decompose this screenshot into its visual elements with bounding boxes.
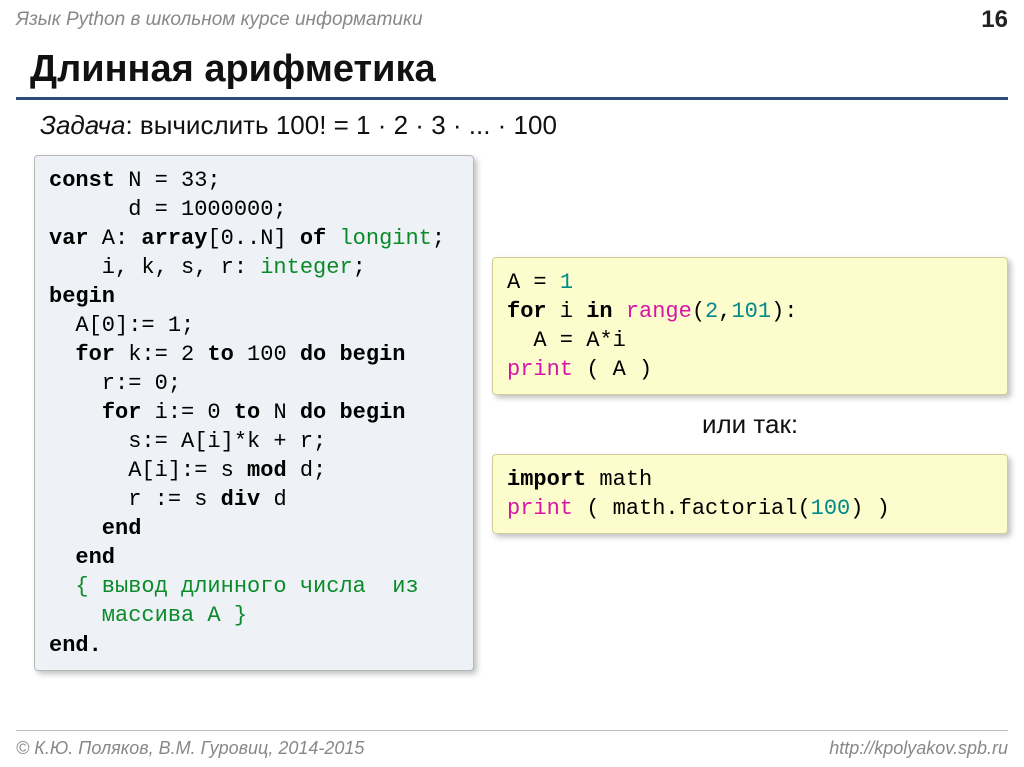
code-token: do begin [300,400,406,425]
code-token: integer [260,255,352,280]
code-token: in [586,299,612,324]
code-token: ( math.factorial( [573,496,811,521]
code-token: range [626,299,692,324]
code-token: s:= A[i]*k + r; [49,429,326,454]
task-line: Задача: вычислить 100! = 1 · 2 · 3 · ...… [40,110,1008,141]
code-token: math [586,467,652,492]
code-token: to [234,400,260,425]
code-token: d = 1000000; [49,197,287,222]
code-token: array [141,226,207,251]
code-token: i [547,299,587,324]
title-block: Длинная арифметика [30,48,1008,93]
python-code-box-1: A = 1 for i in range(2,101): A = A*i pri… [492,257,1008,395]
task-label: Задача [40,110,125,140]
pascal-code-box: const N = 33; d = 1000000; var A: array[… [34,155,474,671]
code-token: A[0]:= 1; [49,313,194,338]
code-token: end. [49,633,102,658]
code-token: N = 33; [115,168,221,193]
code-token: A = A*i [507,328,626,353]
code-token: end [49,545,115,570]
right-column: A = 1 for i in range(2,101): A = A*i pri… [492,155,1008,534]
code-token: ) ) [850,496,890,521]
code-token: div [221,487,261,512]
code-token: r:= 0; [49,371,181,396]
python-code-box-2: import math print ( math.factorial(100) … [492,454,1008,534]
code-token: for [75,342,115,367]
code-token: for [507,299,547,324]
code-token: of [300,226,326,251]
slide-footer: © К.Ю. Поляков, В.М. Гуровиц, 2014-2015 … [16,738,1008,759]
code-token [49,342,75,367]
slide-title: Длинная арифметика [30,48,1008,93]
code-token: 1 [560,270,573,295]
code-token: to [207,342,233,367]
code-comment: { вывод длинного числа из [49,574,419,599]
footer-url: http://kpolyakov.spb.ru [829,738,1008,759]
code-token: import [507,467,586,492]
code-token: i:= 0 [141,400,233,425]
code-token: ; [432,226,445,251]
code-token [613,299,626,324]
code-token: k:= 2 [115,342,207,367]
code-token: i, k, s, r: [49,255,260,280]
code-token: r := s [49,487,221,512]
code-token: ( A ) [573,357,652,382]
title-underline [16,97,1008,100]
code-token: print [507,496,573,521]
footer-rule [16,730,1008,731]
footer-authors: © К.Ю. Поляков, В.М. Гуровиц, 2014-2015 [16,738,364,759]
code-token: 100 [811,496,851,521]
left-column: const N = 33; d = 1000000; var A: array[… [34,155,474,671]
slide-header: Язык Python в школьном курсе информатики… [0,0,1024,40]
code-token: [0..N] [207,226,299,251]
code-token: A = [507,270,560,295]
code-token: end [49,516,141,541]
or-label: или так: [492,409,1008,440]
code-token: longint [326,226,432,251]
content-columns: const N = 33; d = 1000000; var A: array[… [0,155,1024,671]
code-token: ): [771,299,797,324]
code-token: A: [89,226,142,251]
code-token: const [49,168,115,193]
code-token: ; [353,255,366,280]
code-token: print [507,357,573,382]
code-token: var [49,226,89,251]
code-token: N [260,400,300,425]
page-number: 16 [981,6,1008,34]
code-token: d [260,487,286,512]
code-token: 2 [705,299,718,324]
code-token: for [102,400,142,425]
code-token: do begin [300,342,406,367]
code-token: A[i]:= s [49,458,247,483]
header-subject: Язык Python в школьном курсе информатики [16,9,423,31]
code-token: , [718,299,731,324]
code-token: ( [692,299,705,324]
code-token: mod [247,458,287,483]
code-comment: массива A } [49,603,247,628]
code-token: begin [49,284,115,309]
code-token: d; [287,458,327,483]
task-text: : вычислить 100! = 1 · 2 · 3 · ... · 100 [125,110,556,140]
code-token [49,400,102,425]
code-token: 101 [731,299,771,324]
code-token: 100 [234,342,300,367]
